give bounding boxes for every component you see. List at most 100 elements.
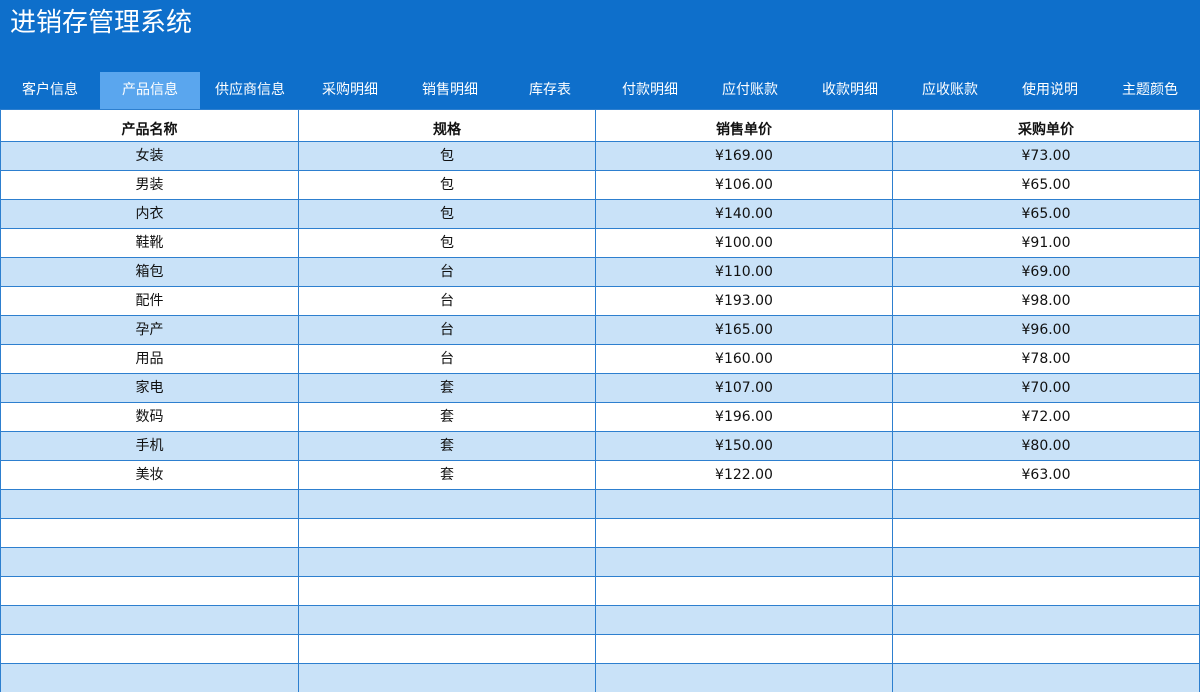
cell-spec[interactable] (298, 489, 596, 519)
cell-spec[interactable]: 台 (298, 286, 596, 316)
cell-spec[interactable]: 套 (298, 373, 596, 403)
cell-sale-price[interactable] (595, 663, 893, 692)
cell-purchase-price[interactable] (892, 489, 1200, 519)
cell-product-name[interactable] (0, 518, 299, 548)
column-header-product-name[interactable]: 产品名称 (0, 109, 299, 142)
cell-spec[interactable] (298, 605, 596, 635)
app-window: 进销存管理系统 客户信息 产品信息 供应商信息 采购明细 销售明细 库存表 付款明细 应付账款… (0, 0, 1200, 692)
cell-product-name[interactable]: 配件 (0, 286, 299, 316)
cell-sale-price[interactable]: ¥150.00 (595, 431, 893, 461)
cell-sale-price[interactable]: ¥106.00 (595, 170, 893, 200)
cell-purchase-price[interactable]: ¥65.00 (892, 170, 1200, 200)
cell-sale-price[interactable] (595, 489, 893, 519)
cell-spec[interactable]: 包 (298, 170, 596, 200)
cell-purchase-price[interactable]: ¥65.00 (892, 199, 1200, 229)
tab-9[interactable]: 应收账款 (900, 72, 1000, 109)
cell-sale-price[interactable] (595, 634, 893, 664)
cell-sale-price[interactable]: ¥165.00 (595, 315, 893, 345)
cell-sale-price[interactable]: ¥107.00 (595, 373, 893, 403)
table-row: 鞋靴包 ¥100.00 ¥91.00 (0, 228, 1200, 258)
cell-purchase-price[interactable]: ¥96.00 (892, 315, 1200, 345)
cell-product-name[interactable]: 女装 (0, 141, 299, 171)
cell-product-name[interactable]: 数码 (0, 402, 299, 432)
cell-spec[interactable] (298, 518, 596, 548)
tab-5[interactable]: 库存表 (500, 72, 600, 109)
table-row: 女装包 ¥169.00 ¥73.00 (0, 141, 1200, 171)
cell-purchase-price[interactable]: ¥98.00 (892, 286, 1200, 316)
cell-purchase-price[interactable]: ¥63.00 (892, 460, 1200, 490)
cell-product-name[interactable] (0, 576, 299, 606)
cell-product-name[interactable]: 孕产 (0, 315, 299, 345)
product-table: 产品名称 规格 销售单价 采购单价 女装包 ¥169.00 ¥73.00 男装包 ¥106.0… (0, 109, 1200, 692)
cell-purchase-price[interactable]: ¥72.00 (892, 402, 1200, 432)
cell-spec[interactable]: 套 (298, 402, 596, 432)
cell-product-name[interactable] (0, 489, 299, 519)
cell-sale-price[interactable]: ¥100.00 (595, 228, 893, 258)
tab-8[interactable]: 收款明细 (800, 72, 900, 109)
cell-purchase-price[interactable] (892, 634, 1200, 664)
cell-spec[interactable] (298, 663, 596, 692)
cell-spec[interactable]: 台 (298, 344, 596, 374)
column-header-sale-price[interactable]: 销售单价 (595, 109, 893, 142)
cell-sale-price[interactable]: ¥122.00 (595, 460, 893, 490)
cell-product-name[interactable]: 箱包 (0, 257, 299, 287)
tab-6[interactable]: 付款明细 (600, 72, 700, 109)
cell-product-name[interactable] (0, 663, 299, 692)
cell-sale-price[interactable] (595, 605, 893, 635)
tab-7[interactable]: 应付账款 (700, 72, 800, 109)
cell-spec[interactable]: 包 (298, 199, 596, 229)
cell-purchase-price[interactable]: ¥80.00 (892, 431, 1200, 461)
cell-sale-price[interactable] (595, 518, 893, 548)
cell-product-name[interactable]: 鞋靴 (0, 228, 299, 258)
tab-0[interactable]: 客户信息 (0, 72, 100, 109)
cell-spec[interactable] (298, 634, 596, 664)
tab-10[interactable]: 使用说明 (1000, 72, 1100, 109)
tab-1[interactable]: 产品信息 (100, 72, 200, 109)
cell-purchase-price[interactable] (892, 518, 1200, 548)
cell-product-name[interactable] (0, 547, 299, 577)
cell-purchase-price[interactable]: ¥70.00 (892, 373, 1200, 403)
tab-11[interactable]: 主题颜色 (1100, 72, 1200, 109)
cell-purchase-price[interactable]: ¥69.00 (892, 257, 1200, 287)
cell-spec[interactable]: 台 (298, 257, 596, 287)
cell-spec[interactable]: 台 (298, 315, 596, 345)
cell-sale-price[interactable]: ¥193.00 (595, 286, 893, 316)
cell-product-name[interactable]: 用品 (0, 344, 299, 374)
cell-purchase-price[interactable] (892, 663, 1200, 692)
cell-spec[interactable]: 套 (298, 431, 596, 461)
table-row (0, 634, 1200, 664)
column-header-purchase-price[interactable]: 采购单价 (892, 109, 1200, 142)
column-header-spec[interactable]: 规格 (298, 109, 596, 142)
table-row: 男装包 ¥106.00 ¥65.00 (0, 170, 1200, 200)
cell-product-name[interactable]: 男装 (0, 170, 299, 200)
cell-product-name[interactable]: 内衣 (0, 199, 299, 229)
cell-sale-price[interactable] (595, 547, 893, 577)
tab-4[interactable]: 销售明细 (400, 72, 500, 109)
cell-product-name[interactable]: 手机 (0, 431, 299, 461)
tab-3[interactable]: 采购明细 (300, 72, 400, 109)
cell-spec[interactable]: 包 (298, 228, 596, 258)
table-body: 女装包 ¥169.00 ¥73.00 男装包 ¥106.00 ¥65.00 内衣包 ¥140.… (0, 141, 1200, 692)
cell-purchase-price[interactable] (892, 547, 1200, 577)
cell-purchase-price[interactable] (892, 576, 1200, 606)
cell-spec[interactable]: 套 (298, 460, 596, 490)
table-row (0, 489, 1200, 519)
cell-product-name[interactable]: 美妆 (0, 460, 299, 490)
cell-sale-price[interactable]: ¥169.00 (595, 141, 893, 171)
cell-sale-price[interactable]: ¥196.00 (595, 402, 893, 432)
cell-sale-price[interactable]: ¥110.00 (595, 257, 893, 287)
cell-product-name[interactable] (0, 634, 299, 664)
cell-sale-price[interactable]: ¥140.00 (595, 199, 893, 229)
cell-sale-price[interactable]: ¥160.00 (595, 344, 893, 374)
cell-spec[interactable]: 包 (298, 141, 596, 171)
cell-purchase-price[interactable]: ¥78.00 (892, 344, 1200, 374)
cell-purchase-price[interactable] (892, 605, 1200, 635)
cell-spec[interactable] (298, 576, 596, 606)
cell-product-name[interactable] (0, 605, 299, 635)
tab-2[interactable]: 供应商信息 (200, 72, 300, 109)
cell-product-name[interactable]: 家电 (0, 373, 299, 403)
cell-sale-price[interactable] (595, 576, 893, 606)
cell-purchase-price[interactable]: ¥91.00 (892, 228, 1200, 258)
cell-spec[interactable] (298, 547, 596, 577)
cell-purchase-price[interactable]: ¥73.00 (892, 141, 1200, 171)
